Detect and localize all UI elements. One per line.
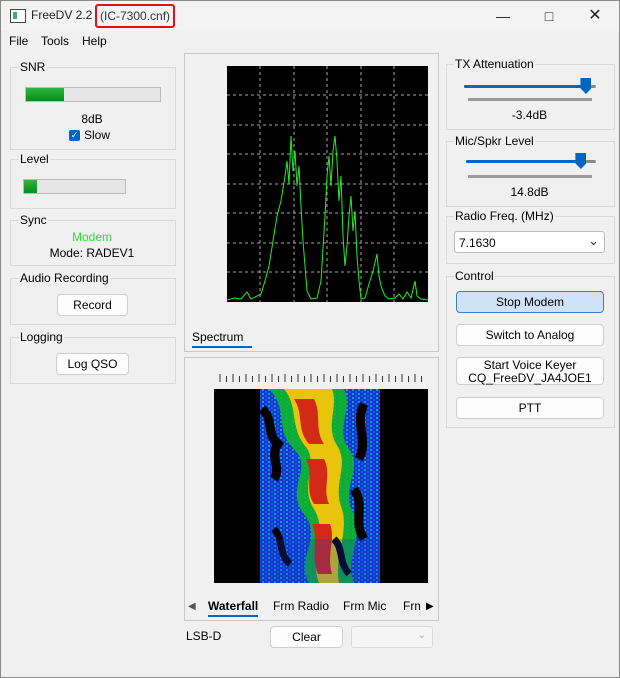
tab-frm-radio[interactable]: Frm Radio (273, 599, 329, 613)
tab-frm[interactable]: Frm (403, 599, 420, 613)
voice-keyer-button[interactable]: Start Voice Keyer CQ_FreeDV_JA4JOE1 (456, 357, 604, 385)
tx-attenuation-slider[interactable] (464, 85, 596, 88)
config-name: (IC-7300.cnf) (95, 4, 176, 28)
slow-label: Slow (84, 128, 111, 142)
slow-checkbox[interactable]: ✓ (69, 130, 80, 141)
waterfall-scale (219, 374, 422, 382)
spectrum-plot[interactable] (227, 66, 428, 302)
tab-spectrum[interactable]: Spectrum (192, 330, 252, 348)
mic-level-value: 14.8dB (510, 185, 549, 199)
bottom-dropdown[interactable]: ⌄ (351, 626, 433, 648)
tx-attenuation-slider-fill (464, 85, 586, 88)
tx-attenuation-value: -3.4dB (511, 108, 548, 122)
ptt-button[interactable]: PTT (456, 397, 604, 419)
voice-keyer-file: CQ_FreeDV_JA4JOE1 (468, 371, 592, 385)
tx-attenuation-ticks (468, 98, 592, 101)
snr-label: SNR (19, 60, 47, 74)
snr-meter (25, 87, 161, 102)
app-icon (10, 9, 26, 23)
app-window: FreeDV 2.2 (IC-7300.cnf) — □ ✕ File Tool… (0, 0, 620, 678)
title-bar: FreeDV 2.2 (IC-7300.cnf) — □ ✕ (1, 1, 619, 31)
level-label: Level (19, 152, 50, 166)
tx-attenuation-label: TX Attenuation (454, 57, 535, 71)
radio-freq-value: 7.1630 (459, 236, 496, 250)
mic-level-slider-fill (466, 160, 581, 163)
snr-meter-fill (26, 88, 64, 101)
chevron-down-icon: ⌄ (588, 233, 599, 248)
tab-frm-mic[interactable]: Frm Mic (343, 599, 386, 613)
minimize-icon[interactable]: — (480, 1, 526, 31)
window-title: FreeDV 2.2 (31, 8, 93, 22)
chevron-down-icon: ⌄ (417, 630, 426, 641)
mic-level-ticks (468, 175, 592, 178)
audio-recording-label: Audio Recording (19, 271, 110, 285)
logging-label: Logging (19, 330, 64, 344)
menu-file[interactable]: File (9, 34, 28, 48)
clear-button[interactable]: Clear (270, 626, 343, 648)
log-qso-button[interactable]: Log QSO (56, 353, 129, 375)
switch-to-analog-button[interactable]: Switch to Analog (456, 324, 604, 346)
sync-status: Modem (71, 230, 112, 244)
stop-modem-button[interactable]: Stop Modem (456, 291, 604, 313)
radio-freq-select[interactable]: 7.1630 ⌄ (454, 231, 605, 253)
snr-value: 8dB (81, 112, 103, 126)
sync-label: Sync (19, 213, 48, 227)
tab-waterfall[interactable]: Waterfall (208, 599, 259, 617)
radio-freq-label: Radio Freq. (MHz) (454, 209, 555, 223)
maximize-icon[interactable]: □ (526, 1, 572, 31)
scroll-left-icon[interactable]: ◀ (188, 601, 196, 612)
mode-text: Mode: RADEV1 (49, 246, 135, 260)
menu-bar: File Tools Help (1, 31, 619, 51)
level-meter (23, 179, 126, 194)
scroll-right-icon[interactable]: ▶ (426, 601, 434, 612)
close-icon[interactable]: ✕ (572, 1, 618, 31)
menu-tools[interactable]: Tools (41, 34, 69, 48)
mode-label: LSB-D (186, 629, 222, 643)
mic-level-label: Mic/Spkr Level (454, 134, 535, 148)
menu-help[interactable]: Help (82, 34, 107, 48)
record-button[interactable]: Record (57, 294, 128, 316)
control-label: Control (454, 269, 495, 283)
waterfall-plot[interactable] (214, 389, 428, 583)
level-meter-fill (24, 180, 38, 193)
